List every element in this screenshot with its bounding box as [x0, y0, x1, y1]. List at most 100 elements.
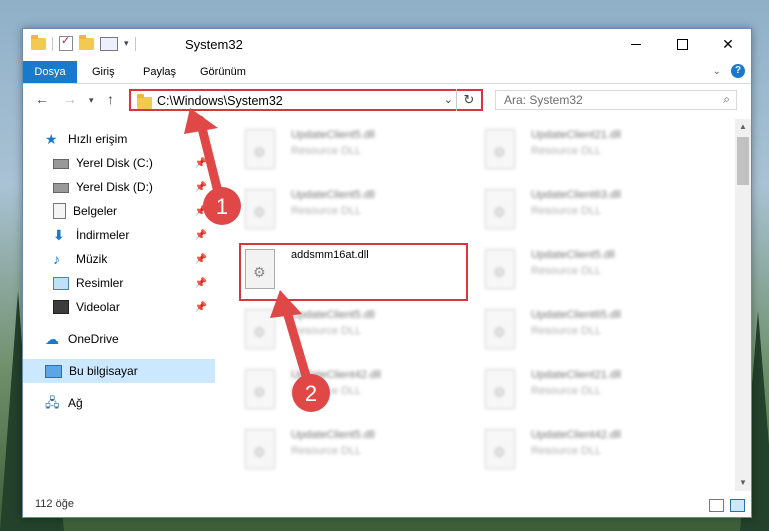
expand-ribbon-chevron-icon[interactable]: ⌄ [713, 66, 721, 77]
pin-icon[interactable]: 📌 [195, 302, 207, 313]
file-type: Resource DLL [531, 145, 602, 157]
close-icon: ✕ [722, 35, 734, 52]
sidebar-item-quick-access[interactable]: ★ Hızlı erişim [23, 127, 215, 151]
sidebar-item-label: İndirmeler [76, 228, 130, 242]
file-name: UpdateClient5.dll [291, 129, 375, 141]
file-item[interactable]: UpdateClient42.dll Resource DLL [245, 365, 465, 421]
minimize-icon [631, 43, 641, 45]
sidebar-item-label: OneDrive [68, 332, 119, 346]
tab-share[interactable]: Paylaş [143, 61, 176, 83]
file-type: Resource DLL [531, 385, 602, 397]
file-name: UpdateClient65.dll [531, 309, 621, 321]
file-type: Resource DLL [291, 205, 362, 217]
sidebar-item-local-disk-d[interactable]: Yerel Disk (D:) 📌 [23, 175, 215, 199]
sidebar-item-this-pc[interactable]: Bu bilgisayar [23, 359, 215, 383]
window-title: System32 [185, 37, 243, 52]
pin-icon[interactable]: 📌 [195, 206, 207, 217]
file-type: Resource DLL [291, 145, 362, 157]
large-icons-view-icon[interactable] [730, 499, 745, 512]
close-button[interactable]: ✕ [705, 29, 751, 59]
address-dropdown-chevron-icon[interactable]: ⌄ [444, 93, 453, 106]
file-name: UpdateClient5.dll [291, 429, 375, 441]
search-box[interactable]: Ara: System32 ⌕ [495, 90, 737, 110]
view-props-icon[interactable] [100, 36, 118, 51]
file-item[interactable]: UpdateClient63.dll Resource DLL [485, 185, 705, 241]
cloud-icon: ☁ [45, 331, 59, 347]
dll-file-icon [485, 429, 515, 469]
pin-icon[interactable]: 📌 [195, 158, 207, 169]
file-name: UpdateClient42.dll [531, 429, 621, 441]
scrollbar-thumb[interactable] [737, 137, 749, 185]
pin-icon[interactable]: 📌 [195, 254, 207, 265]
dll-file-icon [245, 309, 275, 349]
file-type: Resource DLL [531, 265, 602, 277]
vertical-scrollbar[interactable]: ▲ ▼ [735, 119, 751, 491]
download-icon: ⬇ [53, 227, 65, 243]
help-icon[interactable]: ? [731, 64, 745, 78]
up-arrow-icon[interactable]: ↑ [107, 91, 114, 107]
file-item[interactable]: UpdateClient5.dll Resource DLL [245, 185, 465, 241]
toolbar-divider [52, 36, 53, 51]
recent-locations-chevron-icon[interactable]: ▾ [89, 95, 94, 106]
sidebar-item-videos[interactable]: Videolar 📌 [23, 295, 215, 319]
quick-access-toolbar: ▾ [31, 34, 136, 51]
sidebar-item-onedrive[interactable]: ☁ OneDrive [23, 327, 215, 351]
sidebar-item-label: Yerel Disk (C:) [76, 156, 153, 170]
dll-file-icon [485, 189, 515, 229]
refresh-icon[interactable]: ↻ [456, 89, 481, 111]
forward-arrow-icon[interactable]: → [63, 91, 77, 107]
pin-icon[interactable]: 📌 [195, 230, 207, 241]
sidebar-item-downloads[interactable]: ⬇ İndirmeler 📌 [23, 223, 215, 247]
videos-icon [53, 300, 69, 314]
target-file-highlight [239, 243, 468, 301]
title-bar: ▾ System32 ✕ [23, 29, 751, 61]
file-item[interactable]: UpdateClient5.dll Resource DLL [245, 125, 465, 181]
dll-file-icon [245, 189, 275, 229]
file-item[interactable]: UpdateClient42.dll Resource DLL [485, 425, 705, 481]
file-name: UpdateClient5.dll [531, 249, 615, 261]
sidebar-item-music[interactable]: ♪ Müzik 📌 [23, 247, 215, 271]
sidebar-item-label: Müzik [76, 252, 108, 266]
pin-icon[interactable]: 📌 [195, 182, 207, 193]
file-item[interactable]: UpdateClient5.dll Resource DLL [485, 245, 705, 301]
details-view-icon[interactable] [709, 499, 724, 512]
search-icon: ⌕ [723, 92, 730, 106]
file-name: UpdateClient42.dll [291, 369, 381, 381]
file-item[interactable]: UpdateClient5.dll Resource DLL [245, 425, 465, 481]
file-item[interactable]: UpdateClient21.dll Resource DLL [485, 125, 705, 181]
tab-view[interactable]: Görünüm [200, 61, 246, 83]
pin-icon[interactable]: 📌 [195, 278, 207, 289]
maximize-button[interactable] [659, 29, 705, 59]
minimize-button[interactable] [613, 29, 659, 59]
tab-home[interactable]: Giriş [92, 61, 115, 83]
sidebar-item-label: Resimler [76, 276, 124, 290]
dll-file-icon [485, 309, 515, 349]
file-item[interactable]: UpdateClient21.dll Resource DLL [485, 365, 705, 421]
file-type: Resource DLL [291, 325, 362, 337]
file-type: Resource DLL [291, 445, 362, 457]
navigation-pane: ★ Hızlı erişim Yerel Disk (C:) 📌 Yerel D… [23, 119, 215, 489]
sidebar-item-network[interactable]: 🖧 Ağ [23, 391, 215, 415]
file-name: UpdateClient5.dll [291, 309, 375, 321]
sidebar-item-pictures[interactable]: Resimler 📌 [23, 271, 215, 295]
ribbon-tabs: Dosya Giriş Paylaş Görünüm ⌄ ? [23, 61, 751, 84]
drive-icon [53, 183, 69, 193]
properties-check-icon[interactable] [59, 34, 73, 51]
pictures-icon [53, 276, 69, 290]
tab-file[interactable]: Dosya [23, 61, 77, 83]
customize-arrow-icon[interactable]: ▾ [124, 38, 129, 49]
file-item[interactable]: UpdateClient5.dll Resource DLL [245, 305, 465, 361]
sidebar-item-documents[interactable]: Belgeler 📌 [23, 199, 215, 223]
folder-icon [31, 34, 46, 50]
item-count: 112 öğe [35, 498, 74, 510]
back-arrow-icon[interactable]: ← [35, 91, 49, 107]
scroll-up-icon[interactable]: ▲ [735, 119, 751, 135]
file-item[interactable]: UpdateClient65.dll Resource DLL [485, 305, 705, 361]
scroll-down-icon[interactable]: ▼ [735, 475, 751, 491]
new-folder-icon[interactable] [79, 34, 94, 50]
search-placeholder: Ara: System32 [504, 93, 583, 107]
sidebar-item-local-disk-c[interactable]: Yerel Disk (C:) 📌 [23, 151, 215, 175]
address-bar[interactable]: C:\Windows\System32 ⌄ ↻ [129, 89, 483, 111]
dll-file-icon [245, 369, 275, 409]
music-icon: ♪ [53, 251, 60, 267]
